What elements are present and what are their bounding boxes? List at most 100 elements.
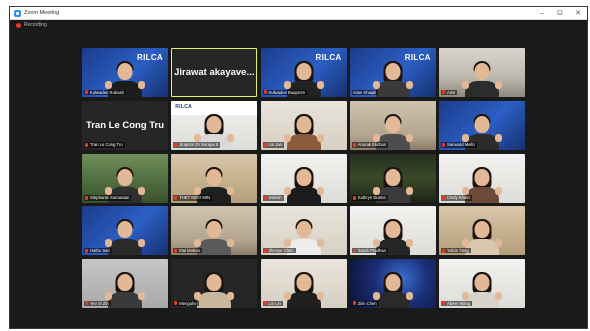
muted-mic-icon	[85, 90, 88, 95]
participant-name: Jiraporn Dr Suraya S	[179, 142, 219, 148]
participant-tile[interactable]: RILCA Jiraporn Dr Suraya S	[171, 100, 258, 150]
participant-hand	[462, 81, 469, 89]
participant-body	[286, 186, 321, 203]
participant-name: Zilin Chen	[357, 300, 377, 306]
participant-name-label: Aitan Khaipli	[351, 89, 379, 95]
participant-tile[interactable]: Lin Jan	[260, 100, 347, 150]
muted-mic-icon	[174, 301, 178, 306]
participant-body	[197, 292, 232, 308]
participant-tile[interactable]: Yalcin Yang	[439, 206, 525, 256]
participant-tile[interactable]: RILCA Aitan Khaipli	[349, 48, 436, 97]
participant-hand	[495, 186, 502, 195]
participant-tile[interactable]: Lin Lin	[260, 259, 347, 308]
recording-indicator[interactable]: Recording	[16, 22, 47, 28]
participant-hand	[227, 292, 235, 300]
participant-head	[385, 115, 401, 133]
participant-tile[interactable]: Abeer Wang	[439, 259, 525, 308]
muted-mic-icon	[174, 248, 178, 253]
participant-head	[206, 115, 222, 133]
participant-name: Abeer Wang	[447, 300, 471, 306]
participant-tile[interactable]: Menguhe	[171, 259, 258, 308]
participant-hand	[495, 81, 502, 89]
participant-tile[interactable]: Tran Le Cong Tru Tran Le Cong Tru	[82, 100, 168, 150]
participant-head	[385, 63, 401, 80]
participant-name: Zoiksin	[268, 195, 282, 200]
participant-hand	[283, 292, 291, 300]
participant-tile[interactable]: Aine	[439, 48, 525, 97]
muted-mic-icon	[174, 195, 178, 200]
participant-hand	[283, 81, 291, 89]
participant-tile[interactable]: Yev Si Zin	[82, 259, 168, 308]
muted-mic-icon	[352, 301, 356, 306]
participant-body	[375, 81, 410, 97]
participant-name: Kathryn Dunne	[357, 195, 386, 200]
participant-name-label: Sanward Mello	[441, 142, 477, 148]
participant-tile[interactable]: Stephanie Sumaraan	[82, 153, 168, 203]
recording-dot-icon	[16, 22, 21, 28]
participant-hand	[372, 133, 380, 142]
participant-name: Zhenye Chen	[268, 247, 294, 253]
participant-name: Yalcin Yang	[447, 247, 469, 253]
participant-hand	[462, 186, 469, 195]
participant-hand	[372, 239, 380, 248]
participant-display-name: Tran Le Cong Tru	[85, 119, 165, 131]
participant-name: Lin Lin	[268, 300, 281, 306]
participant-name: Anurak Ekchan	[357, 142, 387, 148]
participant-tile[interactable]: Kathryn Dunne	[349, 153, 436, 203]
participant-tile[interactable]: Sarah Pradhan	[349, 206, 436, 256]
participant-name-label: Mai Mohan	[173, 247, 202, 254]
participant-tile[interactable]: Cindy Khatri	[439, 153, 525, 203]
participant-tile[interactable]: RILCA Kulwadee Buaprom	[260, 48, 347, 97]
window-title: Zoom Meeting	[24, 10, 60, 16]
participant-hand	[227, 239, 235, 248]
participant-name: Lin Jan	[268, 142, 283, 148]
participant-tile[interactable]: Zilin Chen	[349, 259, 436, 308]
participant-head	[206, 274, 222, 291]
participant-name: Menguhe	[179, 300, 197, 306]
participant-tile[interactable]: Zoiksin	[260, 153, 347, 203]
participant-hand	[372, 81, 380, 89]
muted-mic-icon	[85, 143, 88, 147]
participant-video	[372, 57, 413, 97]
participant-name-label: THET MOO MIN	[173, 195, 213, 201]
participant-name-label: Cindy Khatri	[441, 195, 472, 201]
participant-tile[interactable]: Jirawat akayave...	[171, 48, 258, 97]
gallery-grid: RILCA Kulwadee Rubasit Jirawat akayave... R…	[82, 48, 529, 308]
muted-mic-icon	[85, 301, 88, 306]
participant-hand	[283, 239, 291, 248]
participant-name-label: Zilin Chen	[351, 300, 379, 306]
minimize-button[interactable]: –	[533, 7, 551, 19]
participant-head	[296, 168, 311, 186]
participant-tile[interactable]: Mai Mohan	[171, 206, 258, 256]
participant-tile[interactable]: RILCA Kulwadee Rubasit	[82, 48, 168, 97]
participant-head	[474, 115, 490, 133]
participant-tile[interactable]: Hathu Sari	[82, 206, 168, 256]
muted-mic-icon	[85, 248, 88, 253]
participant-hand	[405, 133, 413, 142]
participant-head	[117, 221, 133, 239]
participant-hand	[405, 239, 413, 248]
muted-mic-icon	[174, 143, 178, 147]
participant-head	[474, 63, 490, 80]
participant-video	[283, 163, 324, 203]
participant-body	[286, 292, 321, 308]
participant-hand	[194, 186, 202, 195]
participant-body	[286, 133, 321, 150]
participant-hand	[105, 292, 112, 300]
muted-mic-icon	[263, 301, 267, 306]
maximize-button[interactable]: ⊡	[551, 7, 569, 19]
participant-head	[474, 168, 490, 186]
participant-tile[interactable]: Zhenye Chen	[260, 206, 347, 256]
participant-tile[interactable]: Sanward Mello	[439, 100, 525, 150]
participant-tile[interactable]: THET MOO MIN	[171, 153, 258, 203]
participant-body	[108, 239, 142, 256]
muted-mic-icon	[442, 301, 445, 306]
participant-hand	[283, 186, 291, 195]
zoom-app-icon	[14, 9, 21, 17]
participant-tile[interactable]: Anurak Ekchan	[349, 100, 436, 150]
participant-name-label: Anurak Ekchan	[351, 142, 389, 148]
close-button[interactable]: ✕	[569, 7, 587, 19]
participant-video	[462, 57, 502, 97]
participant-hand	[372, 186, 380, 195]
participant-head	[206, 168, 222, 186]
